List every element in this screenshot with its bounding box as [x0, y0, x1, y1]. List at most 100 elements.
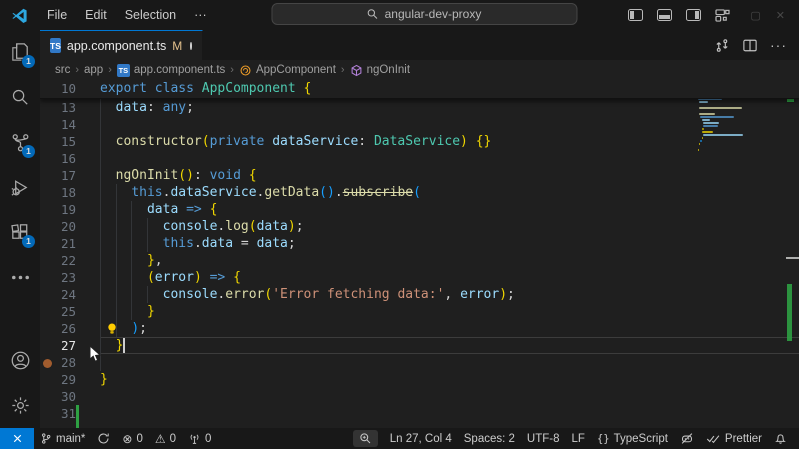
code-line-22[interactable]: 22 },: [40, 252, 799, 269]
code-line-20[interactable]: 20 console.log(data);: [40, 218, 799, 235]
line-content[interactable]: [100, 354, 799, 371]
toggle-primary-sidebar-button[interactable]: [628, 9, 644, 21]
code-line-31[interactable]: 31: [40, 405, 799, 428]
line-content[interactable]: console.log(data);: [100, 218, 799, 235]
line-content[interactable]: }: [100, 337, 799, 354]
menu-edit[interactable]: Edit: [76, 4, 116, 26]
status-errors[interactable]: ⊗ 0: [116, 428, 148, 449]
command-center-search[interactable]: angular-dev-proxy: [270, 3, 577, 25]
unsaved-dot-icon[interactable]: [190, 41, 192, 50]
line-number[interactable]: 29: [40, 371, 84, 388]
line-content[interactable]: }: [100, 303, 799, 320]
toggle-secondary-sidebar-button[interactable]: [686, 9, 702, 21]
code-line-28[interactable]: 28: [40, 354, 799, 371]
more-actions-icon[interactable]: ···: [770, 37, 787, 53]
activity-source-control-icon[interactable]: 1: [0, 120, 40, 165]
breadcrumb-item-src[interactable]: src: [55, 64, 70, 76]
line-number[interactable]: 24: [40, 286, 84, 303]
line-number[interactable]: 30: [40, 388, 84, 405]
line-number[interactable]: 18: [40, 184, 84, 201]
tab-app-component-ts[interactable]: TS app.component.ts M: [40, 30, 203, 60]
sticky-scroll-line[interactable]: 10 export class AppComponent {: [40, 80, 799, 99]
code-line-29[interactable]: 29}: [40, 371, 799, 388]
line-content[interactable]: [100, 116, 799, 133]
line-content[interactable]: [100, 405, 799, 422]
code-line-30[interactable]: 30: [40, 388, 799, 405]
line-content[interactable]: [100, 388, 799, 405]
line-number[interactable]: 17: [40, 167, 84, 184]
status-remote[interactable]: [0, 428, 34, 449]
activity-account-icon[interactable]: [0, 338, 40, 383]
code-editor[interactable]: 10 export class AppComponent { 13 data: a…: [40, 80, 799, 428]
line-content[interactable]: (error) => {: [100, 269, 799, 286]
line-content[interactable]: data: any;: [100, 99, 799, 116]
customize-layout-button[interactable]: [715, 8, 730, 22]
code-line-19[interactable]: 19 data => {: [40, 201, 799, 218]
line-content[interactable]: this.data = data;: [100, 235, 799, 252]
line-content[interactable]: [100, 150, 799, 167]
code-line-23[interactable]: 23 (error) => {: [40, 269, 799, 286]
sticky-line-10[interactable]: 10 export class AppComponent {: [40, 80, 799, 98]
line-number[interactable]: 13: [40, 99, 84, 116]
line-content[interactable]: ngOnInit(): void {: [100, 167, 799, 184]
code-line-15[interactable]: 15 constructor(private dataService: Data…: [40, 133, 799, 150]
code-line-18[interactable]: 18 this.dataService.getData().subscribe(: [40, 184, 799, 201]
toggle-panel-button[interactable]: [657, 9, 673, 21]
line-number[interactable]: 22: [40, 252, 84, 269]
code-line-25[interactable]: 25 }: [40, 303, 799, 320]
line-number[interactable]: 26: [40, 320, 84, 337]
line-content[interactable]: );: [100, 320, 799, 337]
status-sync[interactable]: [91, 428, 116, 449]
menu-selection[interactable]: Selection: [116, 4, 185, 26]
line-content[interactable]: console.error('Error fetching data:', er…: [100, 286, 799, 303]
code-line-21[interactable]: 21 this.data = data;: [40, 235, 799, 252]
line-content[interactable]: export class AppComponent {: [100, 80, 799, 98]
open-changes-icon[interactable]: [715, 38, 730, 53]
status-warnings[interactable]: ⚠ 0: [149, 428, 182, 449]
breadcrumb-item-app-component-ts[interactable]: TS app.component.ts: [116, 63, 225, 77]
status-eol[interactable]: LF: [566, 428, 591, 449]
code-line-24[interactable]: 24 console.error('Error fetching data:',…: [40, 286, 799, 303]
status-branch[interactable]: main*: [34, 428, 91, 449]
code-line-16[interactable]: 16: [40, 150, 799, 167]
menu-moremoremore[interactable]: ···: [185, 4, 216, 26]
activity-settings-icon[interactable]: [0, 383, 40, 428]
line-number[interactable]: 15: [40, 133, 84, 150]
line-content[interactable]: this.dataService.getData().subscribe(: [100, 184, 799, 201]
activity-run-debug-icon[interactable]: [0, 165, 40, 210]
line-number[interactable]: 16: [40, 150, 84, 167]
breadcrumb-item-app[interactable]: app: [84, 64, 103, 76]
code-line-27[interactable]: 27 }: [40, 337, 799, 354]
activity-explorer-icon[interactable]: 1: [0, 30, 40, 75]
breakpoint-dot[interactable]: [43, 358, 52, 368]
line-content[interactable]: }: [100, 371, 799, 388]
line-number[interactable]: 23: [40, 269, 84, 286]
line-number[interactable]: 19: [40, 201, 84, 218]
line-number[interactable]: 10: [40, 80, 84, 98]
activity-search-icon[interactable]: [0, 75, 40, 120]
line-number[interactable]: 14: [40, 116, 84, 133]
status-indentation[interactable]: Spaces: 2: [458, 428, 521, 449]
status-cursor-position[interactable]: Ln 27, Col 4: [384, 428, 458, 449]
line-number[interactable]: 27: [40, 337, 84, 354]
status-language[interactable]: {} TypeScript: [591, 428, 674, 449]
split-editor-icon[interactable]: [743, 39, 757, 52]
breadcrumb-item-ngoninit[interactable]: ngOnInit: [350, 64, 410, 77]
menu-file[interactable]: File: [38, 4, 76, 26]
status-ports[interactable]: 0: [182, 428, 217, 449]
activity-more-icon[interactable]: [0, 255, 40, 300]
line-number[interactable]: 20: [40, 218, 84, 235]
line-content[interactable]: },: [100, 252, 799, 269]
line-number[interactable]: 21: [40, 235, 84, 252]
line-number[interactable]: 25: [40, 303, 84, 320]
status-zoom[interactable]: [352, 430, 378, 447]
activity-extensions-icon[interactable]: 1: [0, 210, 40, 255]
code-line-13[interactable]: 13 data: any;: [40, 99, 799, 116]
code-line-26[interactable]: 26 );: [40, 320, 799, 337]
lightbulb-icon[interactable]: [106, 322, 118, 335]
breadcrumb-item-appcomponent[interactable]: AppComponent: [239, 64, 336, 77]
code-line-17[interactable]: 17 ngOnInit(): void {: [40, 167, 799, 184]
minimap[interactable]: [698, 98, 760, 158]
code-line-14[interactable]: 14: [40, 116, 799, 133]
window-controls[interactable]: ▢ ✕: [750, 9, 791, 22]
